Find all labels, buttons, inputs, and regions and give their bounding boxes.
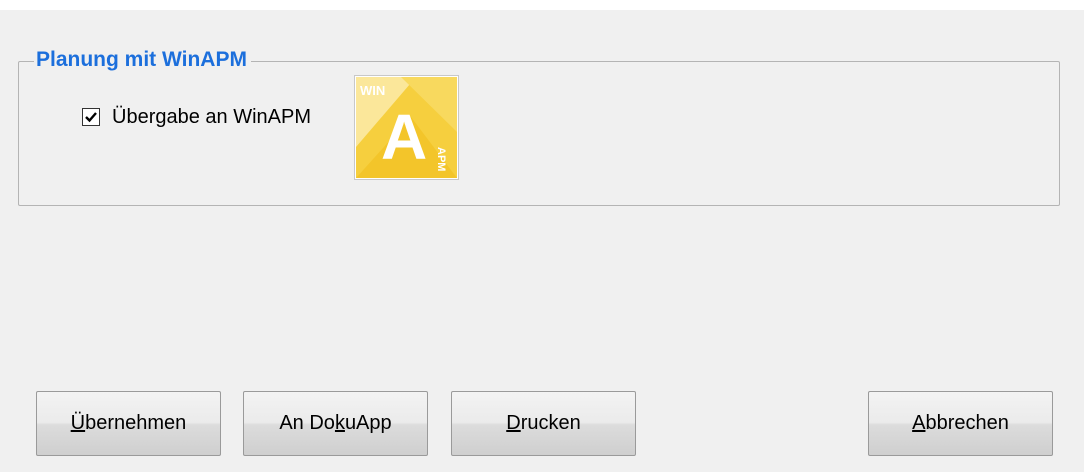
transfer-checkbox-label: Übergabe an WinAPM — [112, 106, 311, 128]
logo-text-top: WIN — [360, 83, 385, 98]
window-top-edge — [0, 0, 1084, 10]
abbrechen-label: Abbrechen — [912, 412, 1009, 434]
an-dokuapp-button[interactable]: An DokuApp — [243, 391, 428, 456]
an-dokuapp-label: An DokuApp — [279, 412, 392, 434]
group-title: Planung mit WinAPM — [34, 47, 251, 73]
logo-text-side: APM — [435, 147, 447, 171]
abbrechen-button[interactable]: Abbrechen — [868, 391, 1053, 456]
group-box — [18, 61, 1060, 206]
uebernehmen-button[interactable]: Übernehmen — [36, 391, 221, 456]
drucken-button[interactable]: Drucken — [451, 391, 636, 456]
transfer-checkbox-row[interactable]: Übergabe an WinAPM — [82, 104, 311, 130]
logo-text-main: A — [381, 101, 427, 173]
checkmark-icon — [85, 112, 97, 123]
winapm-logo-icon: WIN A APM — [355, 76, 458, 179]
transfer-checkbox[interactable] — [82, 108, 100, 126]
uebernehmen-label: Übernehmen — [70, 412, 187, 434]
drucken-label: Drucken — [506, 412, 581, 434]
